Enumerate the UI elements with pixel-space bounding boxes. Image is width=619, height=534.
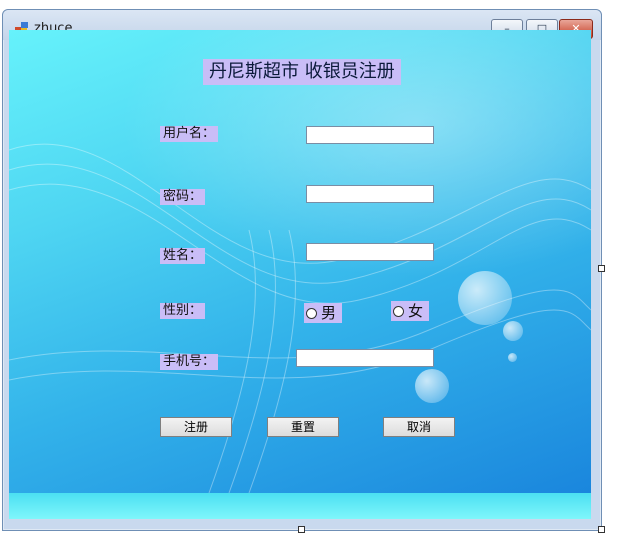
resize-handle[interactable] xyxy=(598,526,605,533)
resize-handle[interactable] xyxy=(298,526,305,533)
form-heading: 丹尼斯超市 收银员注册 xyxy=(203,59,401,85)
register-button[interactable]: 注册 xyxy=(160,417,232,437)
gender-option-label: 女 xyxy=(408,302,424,320)
form-area: 丹尼斯超市 收银员注册 用户名： 密码： 姓名： 性别： 男 女 手机号： 注册… xyxy=(9,30,591,493)
reset-button[interactable]: 重置 xyxy=(267,417,339,437)
bubble-decoration xyxy=(458,271,512,325)
name-label: 姓名： xyxy=(160,248,206,264)
gender-label: 性别： xyxy=(160,303,206,319)
bubble-decoration xyxy=(503,321,523,341)
name-field[interactable] xyxy=(306,243,434,261)
password-field[interactable] xyxy=(306,185,434,203)
bubble-decoration xyxy=(415,369,449,403)
username-field[interactable] xyxy=(306,126,434,144)
gender-radio-female[interactable]: 女 xyxy=(391,301,430,321)
cancel-button[interactable]: 取消 xyxy=(383,417,455,437)
radio-circle-icon xyxy=(306,307,317,319)
phone-label: 手机号： xyxy=(160,354,219,370)
radio-circle-icon xyxy=(393,305,404,317)
resize-handle[interactable] xyxy=(598,265,605,272)
gender-radio-male[interactable]: 男 xyxy=(304,303,343,323)
phone-field[interactable] xyxy=(296,349,434,367)
gender-option-label: 男 xyxy=(321,304,337,322)
bubble-decoration xyxy=(508,353,517,362)
password-label: 密码： xyxy=(160,189,206,205)
form-bottom-strip xyxy=(9,493,591,519)
username-label: 用户名： xyxy=(160,126,219,142)
